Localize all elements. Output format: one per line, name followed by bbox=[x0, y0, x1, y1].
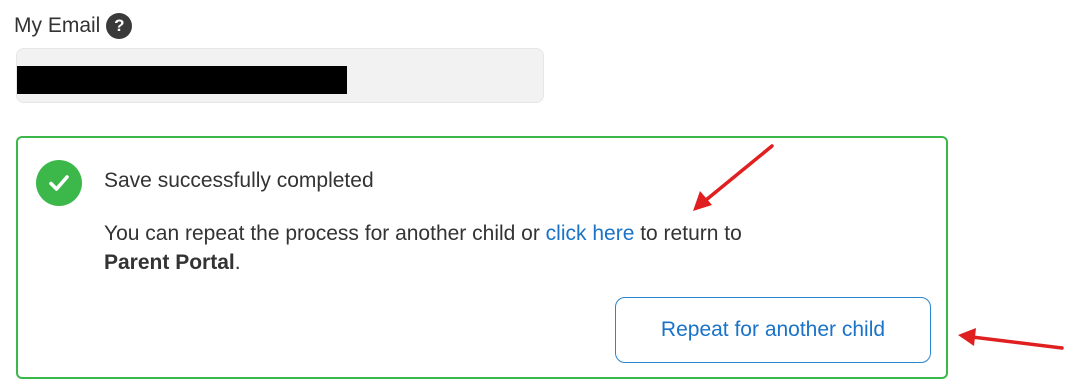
email-field[interactable] bbox=[16, 48, 544, 103]
email-label: My Email bbox=[14, 14, 101, 37]
click-here-link[interactable]: click here bbox=[546, 222, 635, 245]
repeat-for-another-child-button[interactable]: Repeat for another child bbox=[615, 297, 931, 363]
arrow-to-button-icon bbox=[958, 328, 1064, 350]
page: My Email ? Save successfully completed Y… bbox=[0, 0, 1065, 381]
message-middle: to return to bbox=[634, 222, 742, 245]
success-title: Save successfully completed bbox=[104, 169, 374, 192]
question-mark-icon[interactable]: ? bbox=[106, 13, 133, 39]
parent-portal-name: Parent Portal bbox=[104, 251, 235, 274]
email-redaction-bar bbox=[17, 66, 347, 94]
message-suffix: . bbox=[234, 251, 241, 274]
email-label-row: My Email ? bbox=[14, 10, 133, 42]
success-message: You can repeat the process for another c… bbox=[104, 219, 894, 277]
success-panel: Save successfully completed You can repe… bbox=[16, 136, 948, 379]
message-prefix: You can repeat the process for another c… bbox=[104, 222, 546, 245]
check-circle-icon bbox=[36, 160, 82, 206]
checkmark-icon bbox=[49, 175, 69, 191]
